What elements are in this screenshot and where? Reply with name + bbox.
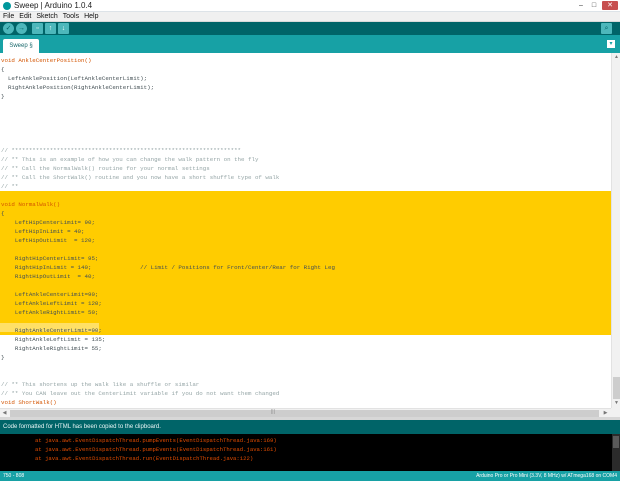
window-controls: – □ ✕ [576,1,618,10]
code-line: RightAnkleLeftLimit = 135; [1,336,106,343]
scrollbar-corner [611,408,620,417]
code-line: void ShortWalk() [1,399,57,406]
status-message: Code formatted for HTML has been copied … [3,424,161,430]
maximize-button[interactable]: □ [589,1,599,10]
tab-menu-icon[interactable]: ▾ [607,40,615,48]
minimize-button[interactable]: – [576,1,586,10]
code-line: } [1,354,5,361]
menu-file[interactable]: File [1,12,16,21]
code-line: // ** This is an example of how you can … [1,156,259,163]
code-line: LeftAnklePosition(LeftAnkleCenterLimit); [1,75,148,82]
menu-sketch[interactable]: Sketch [34,12,59,21]
scroll-down-icon[interactable]: ▼ [613,400,620,407]
title-bar: Sweep | Arduino 1.0.4 – □ ✕ [0,0,620,12]
status-bar: Code formatted for HTML has been copied … [0,420,620,434]
code-line: { [1,210,5,217]
menu-help[interactable]: Help [82,12,100,21]
console-scrollbar[interactable] [612,434,620,471]
scroll-grip-icon: ||| [271,409,275,415]
code-line: LeftAnkleLeftLimit = 120; [1,300,102,307]
horizontal-scroll-thumb[interactable] [10,410,599,417]
new-sketch-icon[interactable]: ▫ [32,23,43,34]
scroll-right-icon[interactable]: ▶ [602,410,609,417]
tab-strip: Sweep § ▾ [0,35,620,53]
code-line: LeftAnkleCenterLimit=90; [1,291,99,298]
code-line: // *************************************… [1,147,242,154]
code-line: LeftAnkleRightLimit= 50; [1,309,99,316]
console-output[interactable]: at java.awt.EventDispatchThread.pumpEven… [0,434,620,471]
console-line: at java.awt.EventDispatchThread.run(Even… [35,455,254,462]
close-button[interactable]: ✕ [602,1,618,10]
scroll-left-icon[interactable]: ◀ [1,410,8,417]
code-line: // ** [1,183,19,190]
code-line: // ** This shortens up the walk like a s… [1,381,200,388]
code-line: RightAnkleRightLimit= 55; [1,345,102,352]
save-sketch-icon[interactable]: ↓ [58,23,69,34]
code-line: } [1,93,5,100]
console-line: at java.awt.EventDispatchThread.pumpEven… [35,437,277,444]
code-line: LeftHipCenterLimit= 90; [1,219,95,226]
line-number: 750 - 808 [3,473,25,479]
code-line: RightHipInLimit = 140; // Limit / Positi… [1,264,335,271]
console-scroll-thumb[interactable] [613,436,619,448]
upload-icon[interactable]: → [16,23,27,34]
serial-monitor-icon[interactable]: ⌕ [601,23,612,34]
code-line: // ** Call the ShortWalk() routine and y… [1,174,280,181]
code-line: { [1,66,5,73]
verify-icon[interactable]: ✓ [3,23,14,34]
tab-sweep[interactable]: Sweep § [3,39,39,53]
scroll-up-icon[interactable]: ▲ [613,54,620,61]
toolbar: ✓ → ▫ ↑ ↓ ⌕ [0,22,620,35]
code-line: // ** You CAN leave out the CenterLimit … [1,390,280,397]
board-info: Arduino Pro or Pro Mini (3.3V, 8 MHz) w/… [476,473,617,479]
code-line: RightHipOutLimit = 40; [1,273,95,280]
console-line: at java.awt.EventDispatchThread.pumpEven… [35,446,277,453]
menu-tools[interactable]: Tools [61,12,81,21]
open-sketch-icon[interactable]: ↑ [45,23,56,34]
window-title: Sweep | Arduino 1.0.4 [14,1,93,10]
code-line: RightAnkleCenterLimit=90; [1,327,102,334]
menu-bar: File Edit Sketch Tools Help [0,12,620,22]
editor-vertical-scrollbar[interactable]: ▲ ▼ [611,53,620,408]
code-line: RightHipCenterLimit= 95; [1,255,99,262]
code-line: LeftHipOutLimit = 120; [1,237,95,244]
code-editor[interactable]: void AnkleCenterPosition() { LeftAnklePos… [0,53,611,408]
footer-bar: 750 - 808 Arduino Pro or Pro Mini (3.3V,… [0,471,620,481]
menu-edit[interactable]: Edit [17,12,33,21]
arduino-logo-icon [3,2,11,10]
code-line: // ** Call the NormalWalk() routine for … [1,165,210,172]
code-line: RightAnklePosition(RightAnkleCenterLimit… [1,84,155,91]
code-line: void NormalWalk() [1,201,61,208]
vertical-scroll-thumb[interactable] [613,377,620,399]
editor-horizontal-scrollbar[interactable]: ◀ ||| ▶ [0,408,611,417]
code-line: void AnkleCenterPosition() [1,57,92,64]
code-line: LeftHipInLimit = 40; [1,228,85,235]
